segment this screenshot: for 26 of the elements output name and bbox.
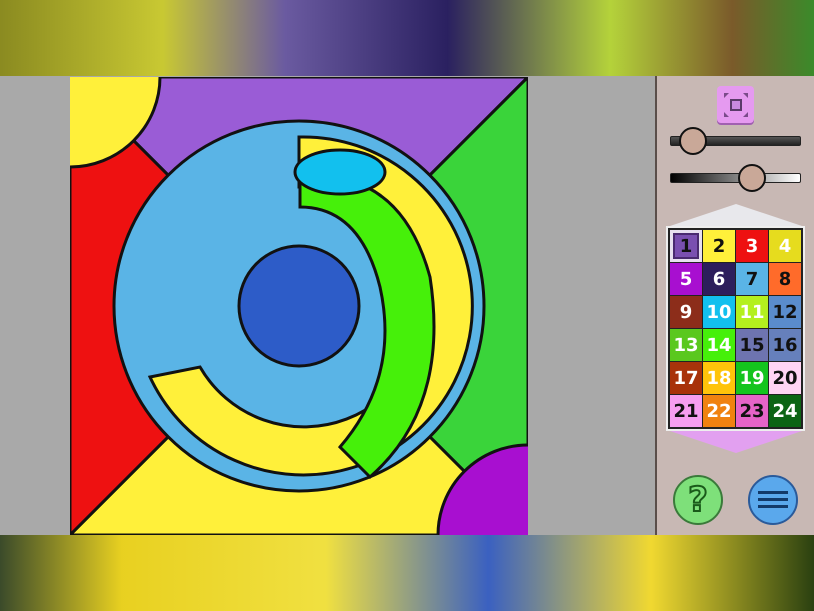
color-swatch[interactable]: 5 — [670, 263, 702, 295]
color-swatch[interactable]: 20 — [769, 362, 801, 394]
color-swatch[interactable]: 3 — [736, 230, 768, 262]
help-button[interactable]: ? — [673, 475, 723, 525]
color-swatch[interactable]: 15 — [736, 329, 768, 361]
slider-thumb[interactable] — [679, 127, 708, 155]
menu-button[interactable] — [748, 475, 798, 525]
color-swatch[interactable]: 12 — [769, 296, 801, 328]
color-swatch[interactable]: 24 — [769, 395, 801, 427]
color-swatch[interactable]: 17 — [670, 362, 702, 394]
slider-thumb[interactable] — [738, 164, 766, 192]
color-swatch[interactable]: 16 — [769, 329, 801, 361]
slider[interactable] — [670, 164, 801, 192]
fit-screen-button[interactable] — [717, 86, 754, 123]
color-swatch[interactable]: 6 — [703, 263, 735, 295]
slider[interactable] — [670, 127, 801, 155]
menu-icon — [758, 491, 788, 509]
color-swatch[interactable]: 7 — [736, 263, 768, 295]
color-swatch[interactable]: 22 — [703, 395, 735, 427]
color-swatch[interactable]: 9 — [670, 296, 702, 328]
color-swatch[interactable]: 2 — [703, 230, 735, 262]
color-swatch[interactable]: 23 — [736, 395, 768, 427]
color-swatch[interactable]: 8 — [769, 263, 801, 295]
fit-screen-icon — [722, 92, 748, 118]
color-swatch[interactable]: 21 — [670, 395, 702, 427]
color-swatch[interactable]: 1 — [670, 230, 702, 262]
